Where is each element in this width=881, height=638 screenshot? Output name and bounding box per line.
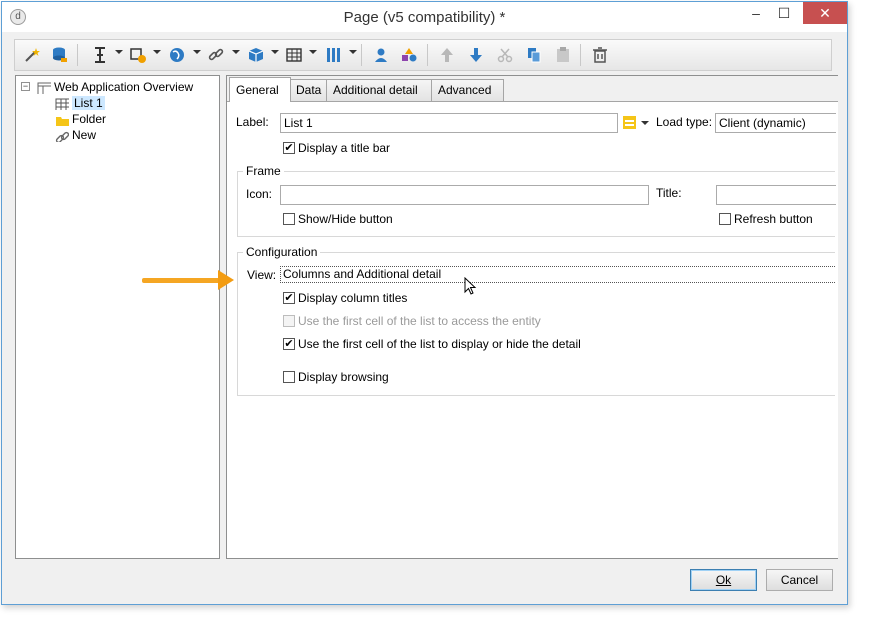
display-browsing-label: Display browsing [298,370,389,384]
tree-item-label: Web Application Overview [54,80,194,94]
folder-icon [56,116,69,126]
toolbar [14,39,832,71]
minimize-button[interactable]: – [742,2,770,24]
tree-item-list-1[interactable]: List 1 [55,95,105,111]
add-element-icon[interactable] [129,46,147,64]
cancel-button[interactable]: Cancel [766,569,833,591]
highlight-arrow-shaft [142,278,222,283]
wizard-wand-icon[interactable] [23,46,41,64]
first-cell-detail-checkbox[interactable]: ✔ [283,338,295,350]
configuration-group-title: Configuration [243,245,321,259]
move-down-icon[interactable] [467,46,485,64]
chevron-down-icon[interactable] [232,50,240,54]
shapes-icon[interactable] [400,46,418,64]
first-cell-access-label: Use the first cell of the list to access… [298,314,541,328]
label-input[interactable] [280,113,618,133]
collapse-icon[interactable]: − [21,82,30,91]
title-bar[interactable]: d Page (v5 compatibility) * – ☐ ✕ [2,2,847,32]
first-cell-detail-label: Use the first cell of the list to displa… [298,337,581,351]
toolbar-separator [77,44,78,66]
grid-icon [55,98,69,110]
tree-item-label: New [72,128,97,142]
tree-item-label: List 1 [72,96,105,110]
expression-editor-icon[interactable] [622,115,638,131]
frame-group-title: Frame [243,164,284,178]
tab-additional-detail[interactable]: Additional detail [326,79,432,101]
link-icon [55,131,69,142]
refresh-button-label: Refresh button [734,212,813,226]
table-icon[interactable] [285,46,303,64]
chevron-down-icon[interactable] [349,50,357,54]
package-icon[interactable] [247,46,265,64]
page-layout-icon [37,82,51,94]
navigation-tree: − Web Application Overview List 1 Folder… [15,75,220,559]
link-icon[interactable] [207,46,225,64]
display-browsing-checkbox[interactable] [283,371,295,383]
toolbar-separator [580,44,581,66]
display-column-titles-checkbox[interactable]: ✔ [283,292,295,304]
tree-item-label: Folder [72,112,107,126]
display-column-titles-label: Display column titles [298,291,408,305]
tree-item-new[interactable]: New [55,127,96,143]
frame-icon-input[interactable] [280,185,649,205]
cut-icon[interactable] [496,46,514,64]
load-type-select[interactable] [715,113,836,133]
label-caption: Label: [236,115,269,129]
globe-icon[interactable] [168,46,186,64]
chevron-down-icon[interactable] [193,50,201,54]
text-cursor-icon[interactable] [91,46,109,64]
display-title-bar-checkbox[interactable]: ✔ [283,142,295,154]
ok-button-label: Ok [715,573,732,587]
copy-icon[interactable] [525,46,543,64]
database-export-icon[interactable] [51,46,69,64]
move-up-icon[interactable] [438,46,456,64]
view-select[interactable]: Columns and Additional detail [280,266,835,283]
chevron-down-icon[interactable] [641,121,649,125]
mouse-pointer-icon [464,277,477,295]
cancel-button-label: Cancel [780,573,819,587]
chevron-down-icon[interactable] [271,50,279,54]
window-title: Page (v5 compatibility) * [343,9,506,26]
show-hide-button-label: Show/Hide button [298,212,393,226]
delete-icon[interactable] [591,46,609,64]
title-caption: Title: [656,186,682,200]
tree-item-folder[interactable]: Folder [55,111,106,127]
close-button[interactable]: ✕ [803,2,847,24]
highlight-arrow-icon [218,270,234,290]
maximize-button[interactable]: ☐ [770,2,798,24]
refresh-button-checkbox[interactable] [719,213,731,225]
chevron-down-icon[interactable] [153,50,161,54]
chevron-down-icon[interactable] [115,50,123,54]
frame-title-input[interactable] [716,185,836,205]
toolbar-separator [427,44,428,66]
load-type-caption: Load type: [656,115,713,129]
chevron-down-icon[interactable] [309,50,317,54]
show-hide-button-checkbox[interactable] [283,213,295,225]
icon-caption: Icon: [246,187,273,201]
tab-data[interactable]: Data [289,79,327,101]
first-cell-access-checkbox [283,315,295,327]
tab-advanced[interactable]: Advanced [431,79,504,101]
paste-icon[interactable] [554,46,572,64]
columns-icon[interactable] [325,46,343,64]
display-title-bar-label: Display a title bar [298,141,391,155]
tab-general[interactable]: General [229,77,291,102]
user-icon[interactable] [372,46,390,64]
tree-item-root[interactable]: Web Application Overview [37,79,193,95]
ok-button[interactable]: Ok [690,569,757,591]
toolbar-separator [361,44,362,66]
view-caption: View: [247,268,277,282]
